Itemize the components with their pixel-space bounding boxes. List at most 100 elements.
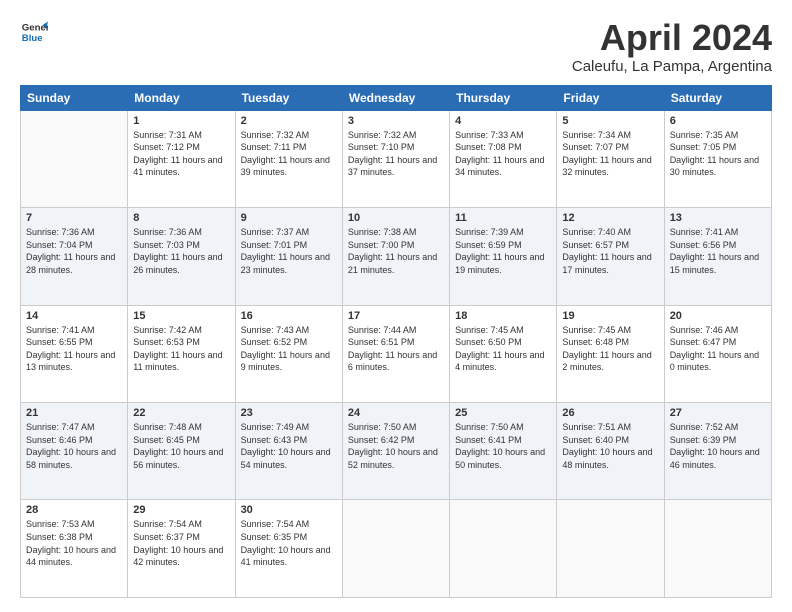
table-row: 6 Sunrise: 7:35 AMSunset: 7:05 PMDaylight… [664, 110, 771, 207]
day-info: Sunrise: 7:45 AMSunset: 6:48 PMDaylight:… [562, 324, 658, 374]
table-row: 3 Sunrise: 7:32 AMSunset: 7:10 PMDaylight… [342, 110, 449, 207]
day-number: 13 [670, 212, 766, 224]
logo: General Blue [20, 18, 48, 46]
day-number: 17 [348, 310, 444, 322]
day-number: 18 [455, 310, 551, 322]
day-info: Sunrise: 7:53 AMSunset: 6:38 PMDaylight:… [26, 518, 122, 568]
table-row: 19Sunrise: 7:45 AMSunset: 6:48 PMDayligh… [557, 305, 664, 402]
day-number: 30 [241, 504, 337, 516]
table-row: 7Sunrise: 7:36 AMSunset: 7:04 PMDaylight… [21, 208, 128, 305]
day-number: 27 [670, 407, 766, 419]
day-number: 26 [562, 407, 658, 419]
day-info: Sunrise: 7:54 AMSunset: 6:37 PMDaylight:… [133, 518, 229, 568]
day-info: Sunrise: 7:36 AMSunset: 7:03 PMDaylight:… [133, 226, 229, 276]
table-row: 27 Sunrise: 7:52 AMSunset: 6:39 PMDayligh… [664, 403, 771, 500]
day-info: Sunrise: 7:52 AMSunset: 6:39 PMDaylight:… [670, 421, 766, 471]
table-row: 12Sunrise: 7:40 AMSunset: 6:57 PMDayligh… [557, 208, 664, 305]
day-info: Sunrise: 7:54 AMSunset: 6:35 PMDaylight:… [241, 518, 337, 568]
day-info: Sunrise: 7:47 AMSunset: 6:46 PMDaylight:… [26, 421, 122, 471]
col-wednesday: Wednesday [342, 85, 449, 110]
day-info: Sunrise: 7:41 AMSunset: 6:55 PMDaylight:… [26, 324, 122, 374]
svg-text:General: General [22, 22, 48, 33]
day-info: Sunrise: 7:43 AMSunset: 6:52 PMDaylight:… [241, 324, 337, 374]
week-row-5: 28 Sunrise: 7:53 AMSunset: 6:38 PMDayligh… [21, 500, 772, 598]
table-row: 22Sunrise: 7:48 AMSunset: 6:45 PMDayligh… [128, 403, 235, 500]
col-tuesday: Tuesday [235, 85, 342, 110]
day-info: Sunrise: 7:31 AMSunset: 7:12 PMDaylight:… [133, 129, 229, 179]
day-number: 6 [670, 115, 766, 127]
table-row: 24 Sunrise: 7:50 AMSunset: 6:42 PMDayligh… [342, 403, 449, 500]
table-row [557, 500, 664, 598]
header-row: Sunday Monday Tuesday Wednesday Thursday… [21, 85, 772, 110]
day-number: 20 [670, 310, 766, 322]
day-info: Sunrise: 7:37 AMSunset: 7:01 PMDaylight:… [241, 226, 337, 276]
svg-text:Blue: Blue [22, 33, 43, 44]
day-info: Sunrise: 7:46 AMSunset: 6:47 PMDaylight:… [670, 324, 766, 374]
day-info: Sunrise: 7:42 AMSunset: 6:53 PMDaylight:… [133, 324, 229, 374]
month-title: April 2024 [572, 18, 772, 58]
day-info: Sunrise: 7:38 AMSunset: 7:00 PMDaylight:… [348, 226, 444, 276]
day-info: Sunrise: 7:50 AMSunset: 6:42 PMDaylight:… [348, 421, 444, 471]
table-row: 11 Sunrise: 7:39 AMSunset: 6:59 PMDayligh… [450, 208, 557, 305]
table-row: 9Sunrise: 7:37 AMSunset: 7:01 PMDaylight… [235, 208, 342, 305]
day-number: 25 [455, 407, 551, 419]
day-number: 28 [26, 504, 122, 516]
day-info: Sunrise: 7:35 AMSunset: 7:05 PMDaylight:… [670, 129, 766, 179]
table-row: 1 Sunrise: 7:31 AMSunset: 7:12 PMDaylight… [128, 110, 235, 207]
day-number: 29 [133, 504, 229, 516]
table-row: 4Sunrise: 7:33 AMSunset: 7:08 PMDaylight… [450, 110, 557, 207]
day-number: 4 [455, 115, 551, 127]
day-number: 16 [241, 310, 337, 322]
day-number: 3 [348, 115, 444, 127]
day-number: 8 [133, 212, 229, 224]
day-number: 5 [562, 115, 658, 127]
table-row: 26 Sunrise: 7:51 AMSunset: 6:40 PMDayligh… [557, 403, 664, 500]
table-row: 8 Sunrise: 7:36 AMSunset: 7:03 PMDaylight… [128, 208, 235, 305]
col-saturday: Saturday [664, 85, 771, 110]
day-number: 23 [241, 407, 337, 419]
day-number: 15 [133, 310, 229, 322]
day-info: Sunrise: 7:51 AMSunset: 6:40 PMDaylight:… [562, 421, 658, 471]
week-row-1: 1 Sunrise: 7:31 AMSunset: 7:12 PMDaylight… [21, 110, 772, 207]
day-info: Sunrise: 7:32 AMSunset: 7:11 PMDaylight:… [241, 129, 337, 179]
day-number: 7 [26, 212, 122, 224]
week-row-2: 7Sunrise: 7:36 AMSunset: 7:04 PMDaylight… [21, 208, 772, 305]
page: General Blue April 2024 Caleufu, La Pamp… [0, 0, 792, 612]
table-row: 13Sunrise: 7:41 AMSunset: 6:56 PMDayligh… [664, 208, 771, 305]
day-info: Sunrise: 7:32 AMSunset: 7:10 PMDaylight:… [348, 129, 444, 179]
table-row: 30 Sunrise: 7:54 AMSunset: 6:35 PMDayligh… [235, 500, 342, 598]
day-info: Sunrise: 7:50 AMSunset: 6:41 PMDaylight:… [455, 421, 551, 471]
table-row: 15 Sunrise: 7:42 AMSunset: 6:53 PMDayligh… [128, 305, 235, 402]
table-row: 20 Sunrise: 7:46 AMSunset: 6:47 PMDayligh… [664, 305, 771, 402]
table-row: 18 Sunrise: 7:45 AMSunset: 6:50 PMDayligh… [450, 305, 557, 402]
table-row: 5 Sunrise: 7:34 AMSunset: 7:07 PMDaylight… [557, 110, 664, 207]
col-monday: Monday [128, 85, 235, 110]
day-info: Sunrise: 7:34 AMSunset: 7:07 PMDaylight:… [562, 129, 658, 179]
day-number: 24 [348, 407, 444, 419]
day-info: Sunrise: 7:45 AMSunset: 6:50 PMDaylight:… [455, 324, 551, 374]
day-info: Sunrise: 7:39 AMSunset: 6:59 PMDaylight:… [455, 226, 551, 276]
subtitle: Caleufu, La Pampa, Argentina [572, 58, 772, 75]
header: General Blue April 2024 Caleufu, La Pamp… [20, 18, 772, 75]
day-number: 11 [455, 212, 551, 224]
week-row-4: 21Sunrise: 7:47 AMSunset: 6:46 PMDayligh… [21, 403, 772, 500]
day-number: 1 [133, 115, 229, 127]
day-info: Sunrise: 7:44 AMSunset: 6:51 PMDaylight:… [348, 324, 444, 374]
col-thursday: Thursday [450, 85, 557, 110]
table-row: 14Sunrise: 7:41 AMSunset: 6:55 PMDayligh… [21, 305, 128, 402]
table-row [21, 110, 128, 207]
table-row [342, 500, 449, 598]
table-row: 23 Sunrise: 7:49 AMSunset: 6:43 PMDayligh… [235, 403, 342, 500]
table-row: 29 Sunrise: 7:54 AMSunset: 6:37 PMDayligh… [128, 500, 235, 598]
table-row: 25 Sunrise: 7:50 AMSunset: 6:41 PMDayligh… [450, 403, 557, 500]
col-sunday: Sunday [21, 85, 128, 110]
day-number: 2 [241, 115, 337, 127]
table-row: 10Sunrise: 7:38 AMSunset: 7:00 PMDayligh… [342, 208, 449, 305]
calendar-table: Sunday Monday Tuesday Wednesday Thursday… [20, 85, 772, 598]
table-row: 21Sunrise: 7:47 AMSunset: 6:46 PMDayligh… [21, 403, 128, 500]
week-row-3: 14Sunrise: 7:41 AMSunset: 6:55 PMDayligh… [21, 305, 772, 402]
day-number: 22 [133, 407, 229, 419]
table-row: 28 Sunrise: 7:53 AMSunset: 6:38 PMDayligh… [21, 500, 128, 598]
table-row [664, 500, 771, 598]
day-info: Sunrise: 7:49 AMSunset: 6:43 PMDaylight:… [241, 421, 337, 471]
